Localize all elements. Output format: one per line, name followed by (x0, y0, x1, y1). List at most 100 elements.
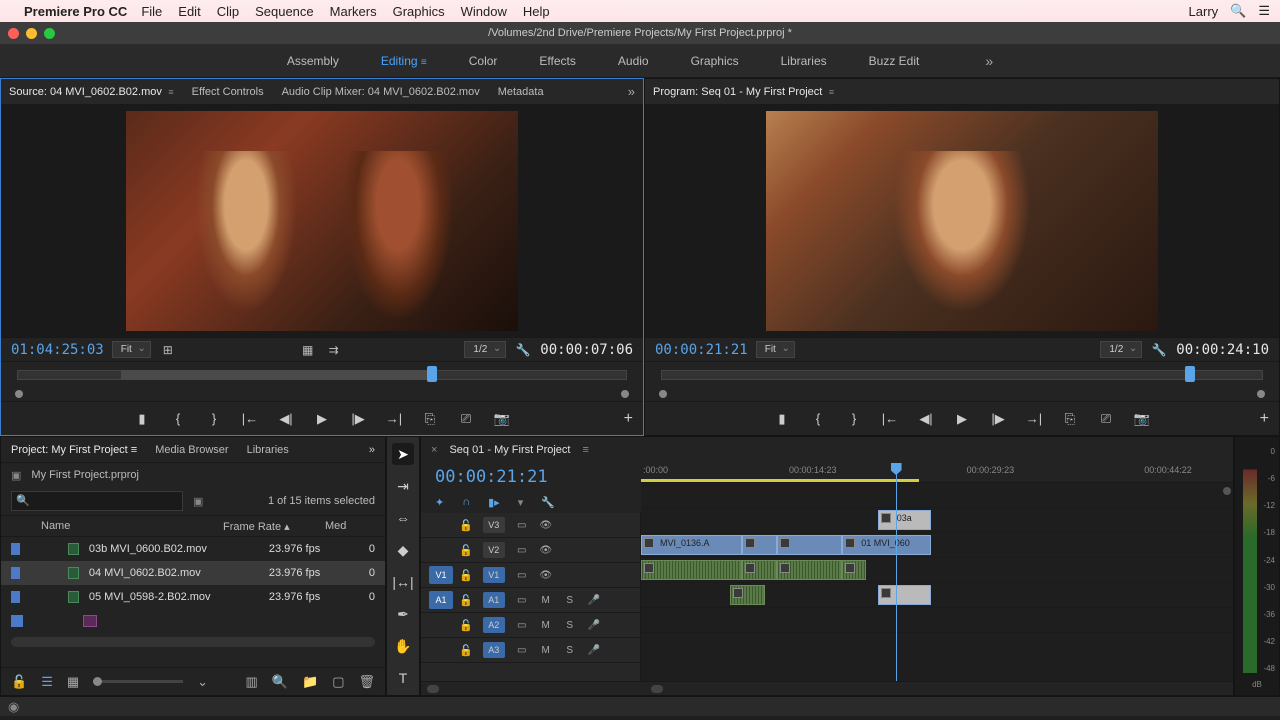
tab-effect-controls[interactable]: Effect Controls (192, 86, 264, 98)
go-to-out-icon[interactable]: →| (1025, 411, 1043, 426)
menu-user[interactable]: Larry (1189, 4, 1219, 19)
panel-menu-icon[interactable]: ≡ (166, 87, 174, 97)
timeline-clip[interactable]: 03a (878, 510, 931, 530)
solo-icon[interactable]: S (563, 595, 577, 606)
play-icon[interactable]: ▶ (313, 411, 331, 427)
workspace-assembly[interactable]: Assembly (287, 54, 339, 68)
panel-menu-icon[interactable]: ≡ (826, 87, 834, 97)
menu-clip[interactable]: Clip (217, 4, 239, 19)
solo-icon[interactable]: S (563, 645, 577, 656)
menu-edit[interactable]: Edit (178, 4, 200, 19)
mark-in-icon[interactable]: ▮ (133, 411, 151, 427)
solo-icon[interactable]: S (563, 620, 577, 631)
track-v2[interactable]: 03a (641, 508, 1233, 533)
track-header-a1[interactable]: A1 🔓 A1 ▭ M S 🎤 (421, 588, 640, 613)
find-icon[interactable]: 🔍 (272, 674, 288, 690)
play-icon[interactable]: ▶ (953, 411, 971, 427)
close-sequence-icon[interactable]: × (431, 444, 437, 456)
lock-icon[interactable]: 🔓 (459, 594, 473, 607)
razor-tool-icon[interactable]: ◆ (392, 539, 414, 561)
app-name[interactable]: Premiere Pro CC (24, 4, 127, 19)
window-close-button[interactable] (8, 28, 19, 39)
timeline-timecode[interactable]: 00:00:21:21 (435, 467, 548, 487)
track-select-tool-icon[interactable]: ⇥ (392, 475, 414, 497)
bin-icon[interactable]: ▣ (11, 469, 21, 482)
source-playhead[interactable] (427, 366, 437, 382)
project-item-row[interactable] (1, 609, 385, 633)
track-header-a3[interactable]: 🔓 A3 ▭ M S 🎤 (421, 638, 640, 663)
menu-window[interactable]: Window (461, 4, 507, 19)
type-tool-icon[interactable]: T (392, 667, 414, 689)
source-zoom-dropdown[interactable]: Fit (112, 341, 151, 358)
sequence-name[interactable]: Seq 01 - My First Project (449, 444, 570, 456)
source-video-area[interactable] (1, 105, 643, 337)
menu-help[interactable]: Help (523, 4, 550, 19)
workspace-menu-icon[interactable]: ≡ (421, 57, 427, 68)
track-header-v2[interactable]: 🔓 V2 ▭ 👁 (421, 538, 640, 563)
extract-icon[interactable]: ⎚ (1097, 411, 1115, 427)
toggle-output-icon[interactable]: ▭ (515, 595, 529, 606)
timeline-clip[interactable]: 01 MVI_060 (842, 535, 931, 555)
workspace-libraries[interactable]: Libraries (781, 54, 827, 68)
timeline-audio-clip[interactable] (842, 560, 866, 580)
window-zoom-button[interactable] (44, 28, 55, 39)
program-resolution-dropdown[interactable]: 1/2 (1100, 341, 1142, 358)
track-a1[interactable] (641, 558, 1233, 583)
source-timecode-in[interactable]: 01:04:25:03 (11, 342, 104, 358)
source-wrench-icon[interactable]: 🔧 (514, 343, 532, 357)
menu-markers[interactable]: Markers (330, 4, 377, 19)
program-time-ruler[interactable] (645, 361, 1279, 387)
toggle-eye-icon[interactable]: 👁 (539, 520, 553, 531)
button-editor-add-icon[interactable]: + (1260, 410, 1269, 428)
timeline-audio-clip[interactable] (730, 585, 766, 605)
toggle-output-icon[interactable]: ▭ (515, 645, 529, 656)
column-frame-rate[interactable]: Frame Rate ▴ (223, 520, 313, 533)
voice-record-icon[interactable]: 🎤 (587, 595, 601, 606)
toggle-output-icon[interactable]: ▭ (515, 545, 529, 556)
program-playhead[interactable] (1185, 366, 1195, 382)
menu-sequence[interactable]: Sequence (255, 4, 314, 19)
linked-selection-icon[interactable]: ∩ (462, 496, 470, 508)
column-media[interactable]: Med (325, 520, 346, 532)
insert-icon[interactable]: ⎘ (421, 411, 439, 427)
creative-cloud-icon[interactable]: ◉ (8, 699, 19, 715)
thumbnail-size-slider[interactable] (93, 680, 183, 683)
column-name[interactable]: Name (41, 520, 211, 532)
source-scrub-bar[interactable] (1, 387, 643, 401)
source-resolution-dropdown[interactable]: 1/2 (464, 341, 506, 358)
track-v3[interactable] (641, 483, 1233, 508)
program-zoom-dropdown[interactable]: Fit (756, 341, 795, 358)
voice-record-icon[interactable]: 🎤 (587, 645, 601, 656)
toggle-output-icon[interactable]: ▭ (515, 620, 529, 631)
step-fwd-icon[interactable]: |▶ (989, 411, 1007, 427)
toggle-output-icon[interactable]: ▭ (515, 520, 529, 531)
menu-graphics[interactable]: Graphics (393, 4, 445, 19)
project-item-row[interactable]: 03b MVI_0600.B02.mov 23.976 fps 0 (1, 537, 385, 561)
go-to-in-icon[interactable]: |← (881, 411, 899, 426)
pen-tool-icon[interactable]: ✒ (392, 603, 414, 625)
timeline-clip[interactable] (742, 535, 778, 555)
label-color-swatch[interactable] (11, 591, 20, 603)
go-to-in-icon[interactable]: |← (241, 411, 259, 426)
track-label[interactable]: A2 (483, 617, 505, 633)
tab-metadata[interactable]: Metadata (498, 86, 544, 98)
export-frame-icon[interactable]: 📷 (493, 411, 511, 427)
add-marker-icon[interactable]: ▮▸ (488, 496, 500, 509)
slip-tool-icon[interactable]: |↔| (392, 571, 414, 593)
track-a3[interactable] (641, 608, 1233, 633)
track-label[interactable]: V3 (483, 517, 505, 533)
track-v1[interactable]: MVI_0136.A 01 MVI_060 (641, 533, 1233, 558)
source-settings-a-icon[interactable]: ▦ (299, 343, 317, 357)
timeline-track-area[interactable]: :00:00 00:00:14:23 00:00:29:23 00:00:44:… (641, 463, 1233, 681)
voice-record-icon[interactable]: 🎤 (587, 620, 601, 631)
lift-icon[interactable]: ⎘ (1061, 411, 1079, 427)
snap-icon[interactable]: ✦ (435, 496, 444, 509)
step-back-icon[interactable]: ◀| (277, 411, 295, 427)
workspace-color[interactable]: Color (469, 54, 498, 68)
lock-icon[interactable]: 🔓 (459, 619, 473, 632)
filter-bin-icon[interactable]: ▣ (193, 495, 203, 508)
mark-out-icon[interactable]: { (169, 411, 187, 426)
source-patch-a1[interactable]: A1 (429, 591, 453, 609)
ripple-edit-tool-icon[interactable]: ⇔ (392, 507, 414, 529)
timeline-clip[interactable]: MVI_0136.A (641, 535, 742, 555)
